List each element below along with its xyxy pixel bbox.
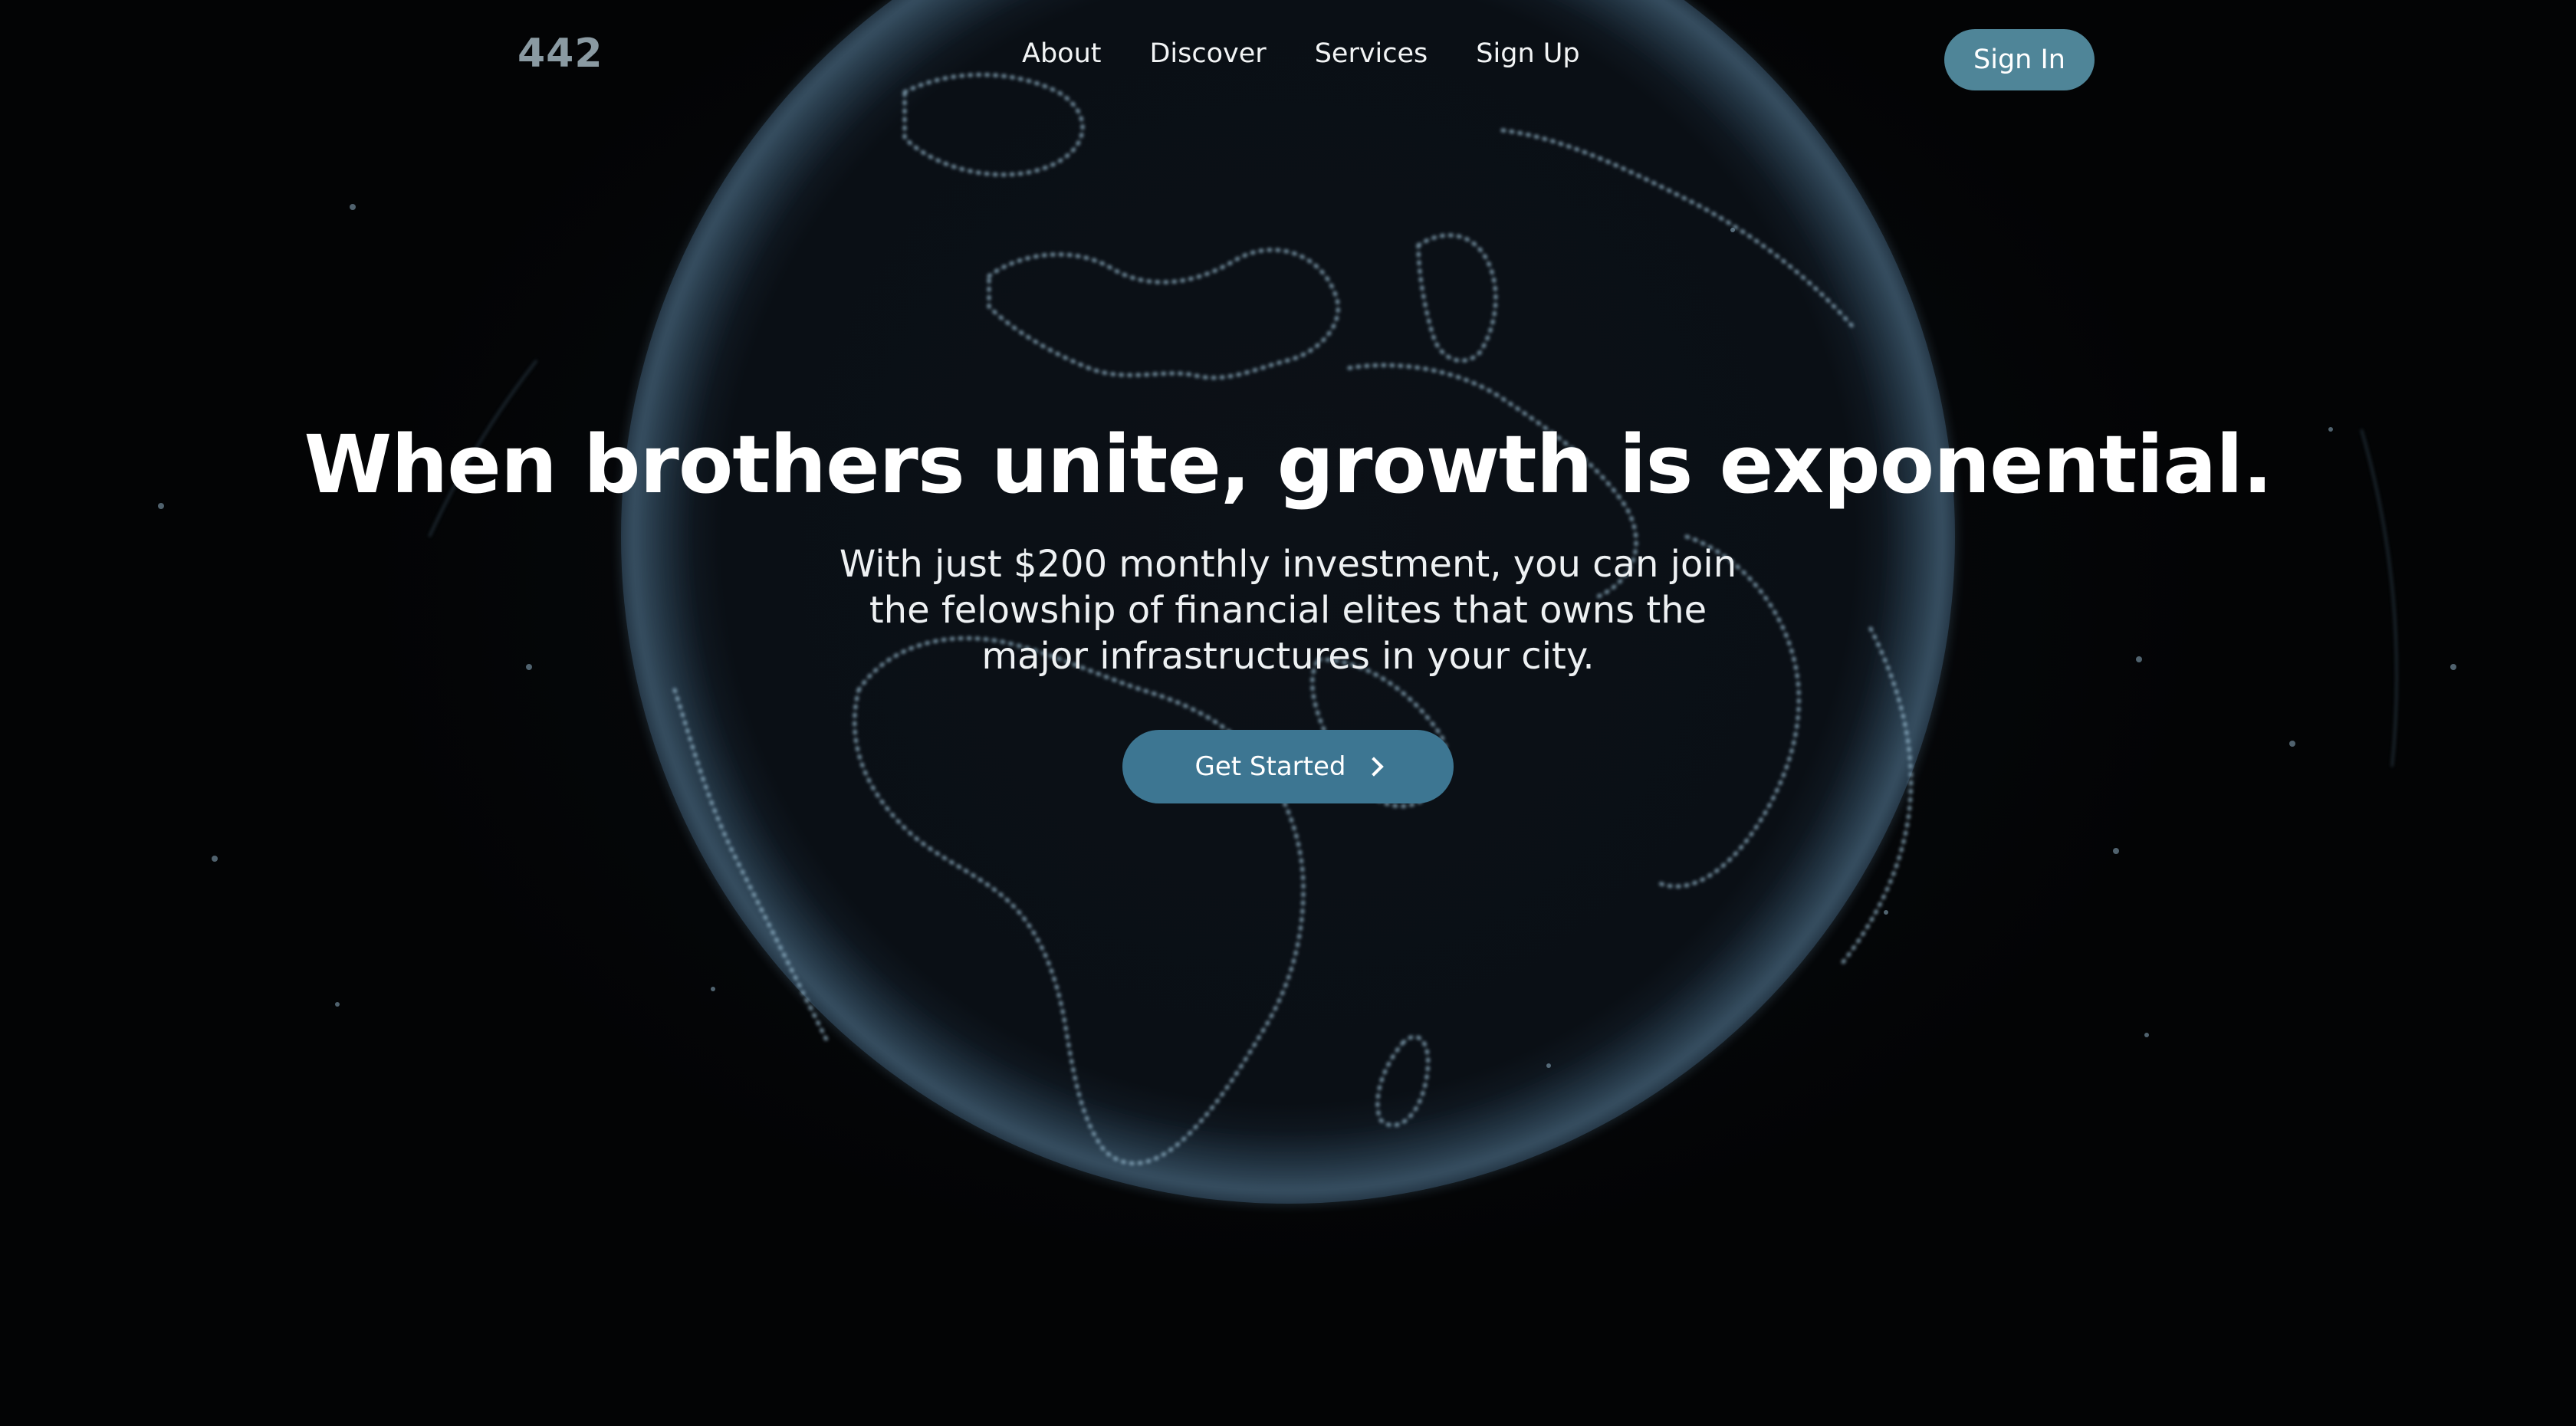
- nav-link-discover[interactable]: Discover: [1149, 38, 1266, 69]
- nav-link-services[interactable]: Services: [1315, 38, 1428, 69]
- nav-links: About Discover Services Sign Up: [1022, 38, 1580, 69]
- hero-subtitle: With just $200 monthly investment, you c…: [839, 543, 1737, 678]
- get-started-label: Get Started: [1194, 751, 1346, 782]
- landing-page: 442 About Discover Services Sign Up Sign…: [0, 0, 2576, 1426]
- chevron-right-icon: [1364, 757, 1385, 777]
- globe-background-image: [0, 0, 2576, 1426]
- nav-link-about[interactable]: About: [1022, 38, 1101, 69]
- sign-in-button[interactable]: Sign In: [1944, 29, 2095, 90]
- get-started-button[interactable]: Get Started: [1122, 730, 1454, 803]
- nav-link-sign-up[interactable]: Sign Up: [1476, 38, 1579, 69]
- hero-title: When brothers unite, growth is exponenti…: [304, 418, 2273, 511]
- brand-logo[interactable]: 442: [518, 31, 603, 77]
- top-nav-bar: 442 About Discover Services Sign Up Sign…: [0, 0, 2576, 123]
